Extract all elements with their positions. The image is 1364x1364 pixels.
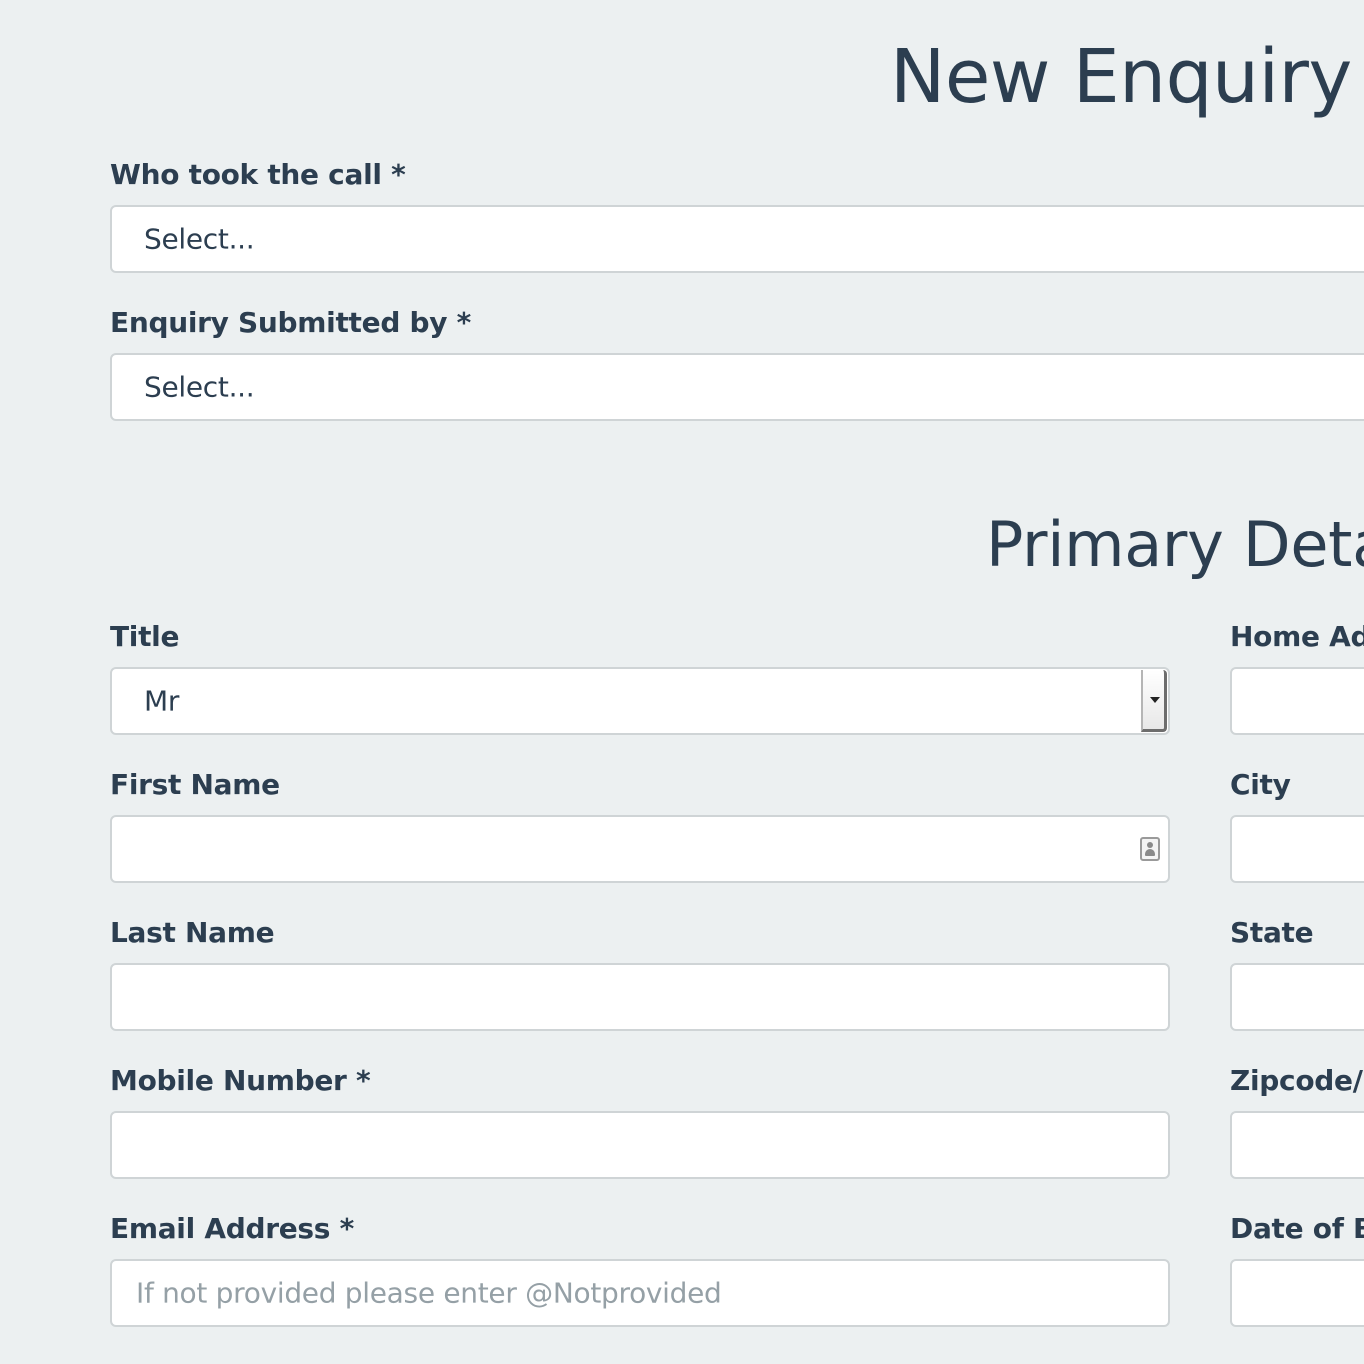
last-name-label: Last Name bbox=[110, 916, 275, 949]
form-heading: New Enquiry F bbox=[890, 34, 1364, 120]
date-of-birth-label: Date of Bi bbox=[1230, 1212, 1364, 1245]
who-took-call-select[interactable]: Select... bbox=[110, 205, 1364, 273]
home-address-input[interactable] bbox=[1230, 667, 1364, 735]
state-input[interactable] bbox=[1230, 963, 1364, 1031]
submitted-by-label: Enquiry Submitted by * bbox=[110, 306, 471, 339]
enquiry-form-page: New Enquiry F Who took the call * Select… bbox=[0, 0, 1364, 1364]
first-name-input[interactable] bbox=[110, 815, 1170, 883]
title-value: Mr bbox=[144, 684, 180, 718]
submitted-by-value: Select... bbox=[144, 370, 255, 404]
title-label: Title bbox=[110, 620, 180, 653]
email-address-input[interactable]: If not provided please enter @Notprovide… bbox=[110, 1259, 1170, 1327]
city-input[interactable] bbox=[1230, 815, 1364, 883]
date-of-birth-input[interactable] bbox=[1230, 1259, 1364, 1327]
mobile-number-input[interactable] bbox=[110, 1111, 1170, 1179]
title-select[interactable]: Mr bbox=[110, 667, 1170, 735]
city-label: City bbox=[1230, 768, 1291, 801]
first-name-label: First Name bbox=[110, 768, 280, 801]
dropdown-arrow-icon[interactable] bbox=[1141, 670, 1167, 732]
contact-card-icon[interactable] bbox=[1140, 837, 1160, 861]
home-address-label: Home Adc bbox=[1230, 620, 1364, 653]
who-took-call-value: Select... bbox=[144, 222, 255, 256]
email-address-label: Email Address * bbox=[110, 1212, 354, 1245]
last-name-input[interactable] bbox=[110, 963, 1170, 1031]
primary-details-heading: Primary Detai bbox=[986, 508, 1364, 581]
email-placeholder: If not provided please enter @Notprovide… bbox=[136, 1276, 722, 1310]
zipcode-label: Zipcode/P bbox=[1230, 1064, 1364, 1097]
mobile-number-label: Mobile Number * bbox=[110, 1064, 371, 1097]
who-took-call-label: Who took the call * bbox=[110, 158, 406, 191]
zipcode-input[interactable] bbox=[1230, 1111, 1364, 1179]
state-label: State bbox=[1230, 916, 1314, 949]
submitted-by-select[interactable]: Select... bbox=[110, 353, 1364, 421]
